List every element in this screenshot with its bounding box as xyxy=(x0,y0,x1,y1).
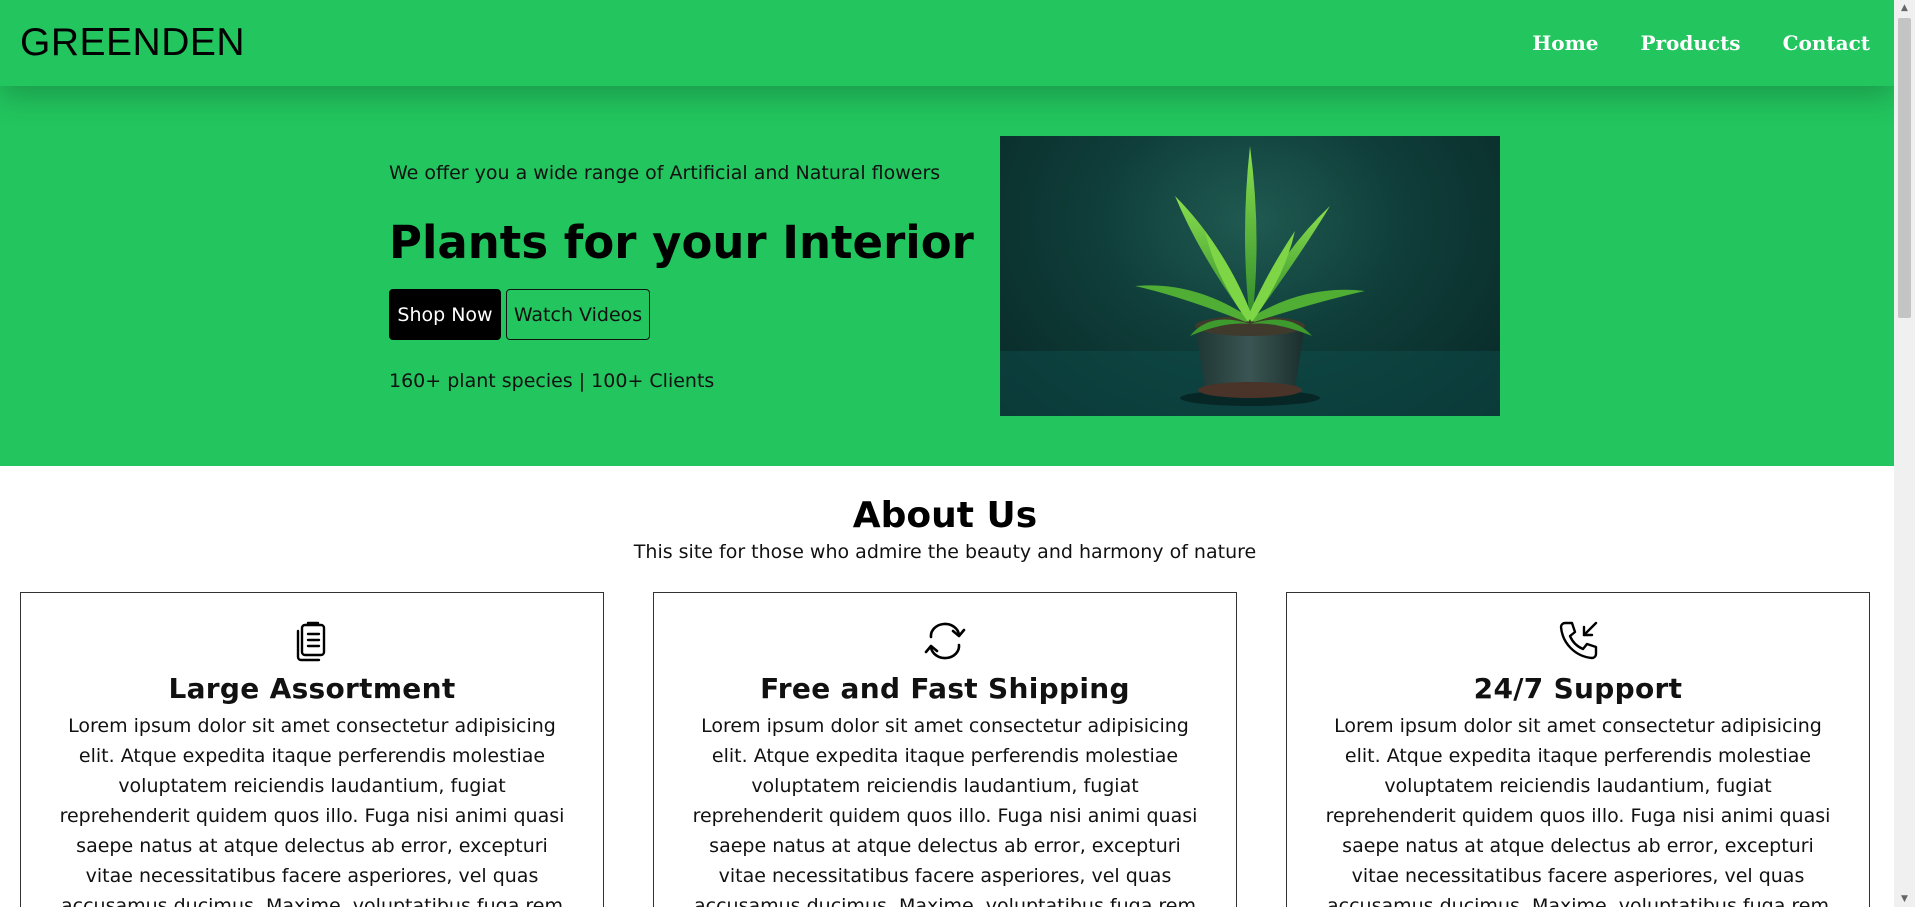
nav-link-products[interactable]: Products xyxy=(1640,31,1740,55)
feature-card-text: Lorem ipsum dolor sit amet consectetur a… xyxy=(59,715,565,907)
navbar: GREENDEN Home Products Contact xyxy=(0,0,1894,86)
about-title: About Us xyxy=(852,495,1038,536)
feature-card-assortment: Large Assortment Lorem ipsum dolor sit a… xyxy=(20,592,604,907)
scrollbar-thumb[interactable] xyxy=(1898,18,1911,318)
feature-card-text: Lorem ipsum dolor sit amet consectetur a… xyxy=(692,715,1198,907)
feature-card-title: 24/7 Support xyxy=(1473,672,1683,705)
feature-card-title: Free and Fast Shipping xyxy=(760,672,1130,705)
hero-section: We offer you a wide range of Artificial … xyxy=(0,86,1894,466)
hero-tagline: We offer you a wide range of Artificial … xyxy=(389,162,941,184)
brand-logo[interactable]: GREENDEN xyxy=(20,21,245,65)
scroll-down-arrow-icon[interactable]: ▼ xyxy=(1894,891,1915,907)
clipboard-list-icon xyxy=(290,619,334,663)
nav-link-contact[interactable]: Contact xyxy=(1783,31,1870,55)
main-nav: Home Products Contact xyxy=(1532,31,1870,55)
feature-card-title: Large Assortment xyxy=(168,672,456,705)
hero-plant-image xyxy=(1000,136,1500,416)
refresh-arrows-icon xyxy=(923,619,967,663)
phone-incoming-icon xyxy=(1556,619,1600,663)
page: GREENDEN Home Products Contact We offer … xyxy=(0,0,1894,907)
scroll-up-arrow-icon[interactable]: ▲ xyxy=(1894,0,1915,16)
potted-plant-illustration xyxy=(1000,146,1500,416)
hero-stats: 160+ plant species | 100+ Clients xyxy=(389,370,715,392)
hero-title: Plants for your Interior xyxy=(389,216,974,269)
shop-now-button[interactable]: Shop Now xyxy=(389,289,501,340)
feature-card-support: 24/7 Support Lorem ipsum dolor sit amet … xyxy=(1286,592,1870,907)
feature-card-shipping: Free and Fast Shipping Lorem ipsum dolor… xyxy=(653,592,1237,907)
watch-videos-button[interactable]: Watch Videos xyxy=(506,289,650,340)
nav-link-home[interactable]: Home xyxy=(1532,31,1598,55)
about-subtitle: This site for those who admire the beaut… xyxy=(633,541,1257,563)
vertical-scrollbar[interactable]: ▲ ▼ xyxy=(1894,0,1915,907)
feature-card-text: Lorem ipsum dolor sit amet consectetur a… xyxy=(1325,715,1831,907)
